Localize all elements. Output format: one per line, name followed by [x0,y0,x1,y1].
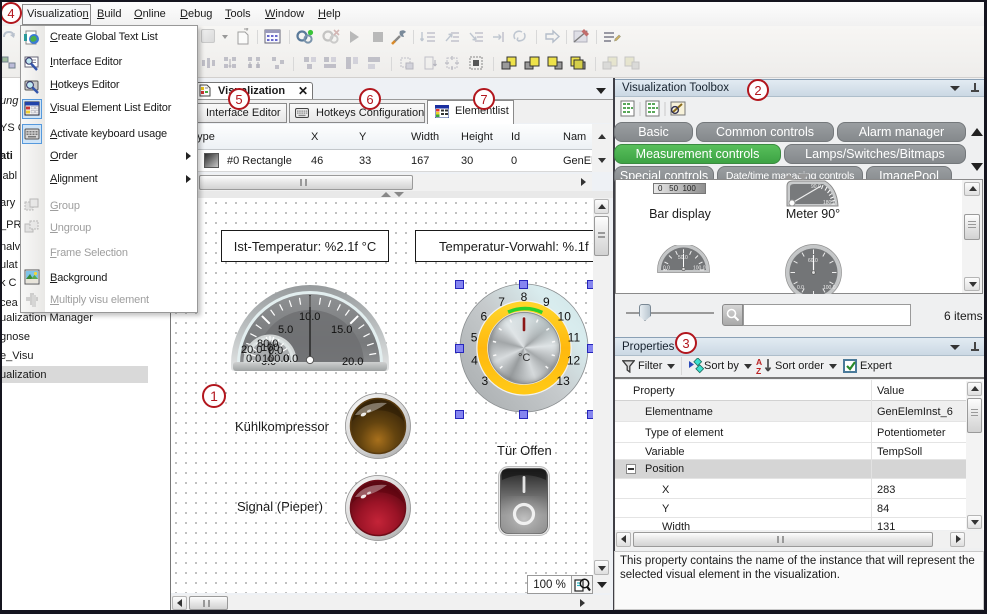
svg-text:°C: °C [518,352,530,364]
svg-text:20.0: 20.0 [342,356,363,368]
svg-text:15.0: 15.0 [331,324,352,336]
svg-text:0.0: 0.0 [797,285,804,291]
svg-text:100.0: 100.0 [823,285,836,291]
svg-text:180.0: 180.0 [823,200,836,206]
svg-text:50.0: 50.0 [678,255,688,261]
svg-text:100.0: 100.0 [693,266,706,272]
svg-text:Z: Z [756,366,761,376]
svg-text:0.0: 0.0 [663,266,670,272]
